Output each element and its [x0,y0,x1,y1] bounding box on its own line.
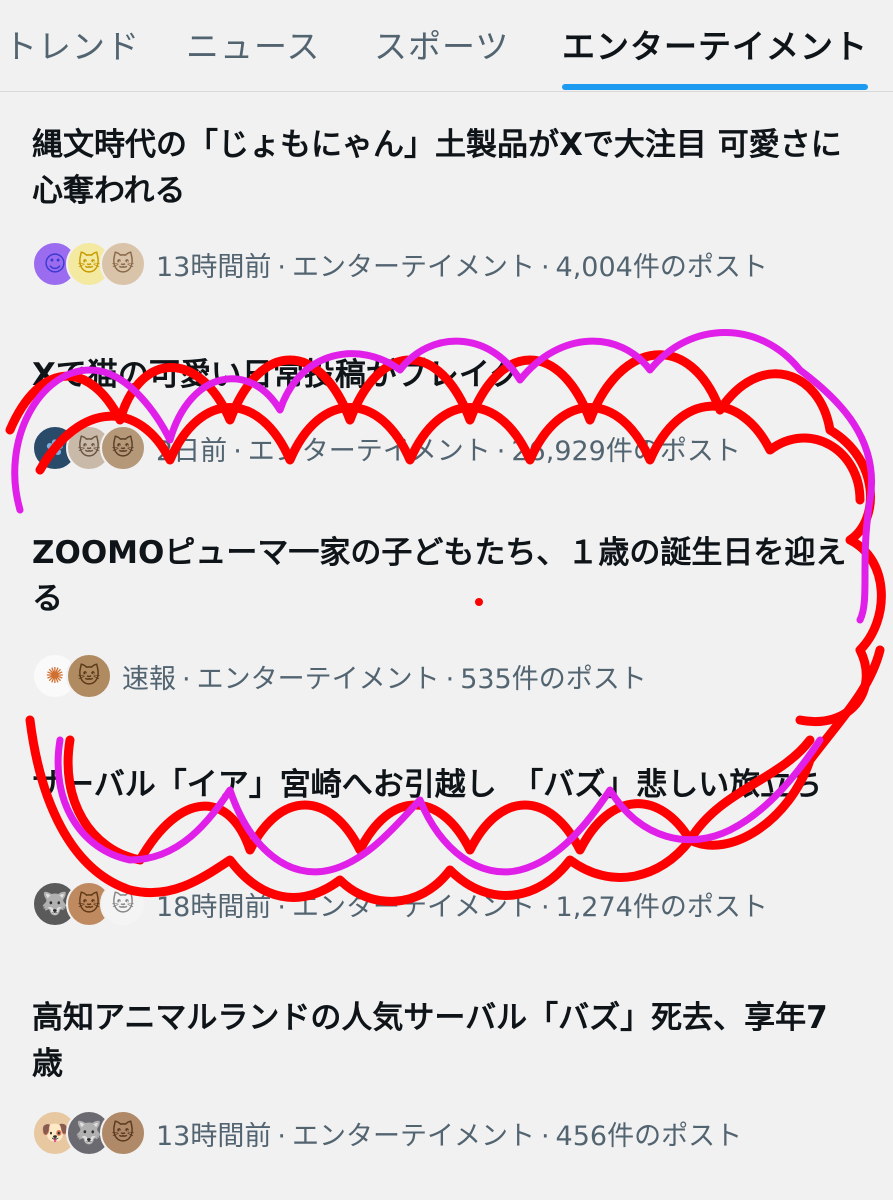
trend-title: サーバル「イア」宮崎へお引越し 「バズ」悲しい旅立ち [32,767,823,803]
trend-meta: 🐶 🐺 🐱 13時間前 · エンターテイメント · 456件のポスト [32,1107,742,1159]
cat-avatar-icon: 🐱 [100,1110,146,1156]
trend-title: Xで猫の可愛い日常投稿がブレイク [32,357,521,393]
tab-entertainment[interactable]: エンターテイメント [562,20,868,68]
avatar-group: ✿ 🐱 🐱 [32,425,146,471]
avatar-group: ✺ 🐱 [32,653,112,699]
cat-avatar-icon: 🐱 [66,653,112,699]
trend-meta-text: 2日前 · エンターテイメント · 26,929件のポスト [156,435,741,467]
cat-avatar-icon: 🐱 [100,241,146,287]
trend-meta-text: 速報 · エンターテイメント · 535件のポスト [122,663,647,695]
cat-avatar-icon: 🐱 [100,425,146,471]
trend-meta: ✺ 🐱 速報 · エンターテイメント · 535件のポスト [32,650,647,702]
tab-sports[interactable]: スポーツ [374,20,509,68]
avatar-group: 🐺 🐱 🐱 [32,881,146,927]
avatar-group: 🐶 🐺 🐱 [32,1110,146,1156]
trend-meta-text: 18時間前 · エンターテイメント · 1,274件のポスト [156,891,768,923]
avatar-group: ☺ 🐱 🐱 [32,241,146,287]
active-tab-indicator [562,84,868,90]
trend-title: 高知アニマルランドの人気サーバル「バズ」死去、享年7歳 [32,1000,828,1082]
category-tab-bar: トレンド ニュース スポーツ エンターテイメント [0,0,893,92]
tab-news[interactable]: ニュース [186,20,320,68]
trend-meta: ✿ 🐱 🐱 2日前 · エンターテイメント · 26,929件のポスト [32,422,741,474]
trend-meta: 🐺 🐱 🐱 18時間前 · エンターテイメント · 1,274件のポスト [32,878,768,930]
cat-avatar-icon: 🐱 [100,881,146,927]
trend-meta: ☺ 🐱 🐱 13時間前 · エンターテイメント · 4,004件のポスト [32,238,768,290]
trend-title: ZOOMOピューマ一家の子どもたち、１歳の誕生日を迎える [32,535,847,617]
trend-meta-text: 13時間前 · エンターテイメント · 4,004件のポスト [156,251,768,283]
trend-meta-text: 13時間前 · エンターテイメント · 456件のポスト [156,1120,743,1152]
tab-trend[interactable]: トレンド [4,20,140,68]
trend-title: 縄文時代の「じょもにゃん」土製品がXで大注目 可愛さに心奪われる [32,127,842,209]
